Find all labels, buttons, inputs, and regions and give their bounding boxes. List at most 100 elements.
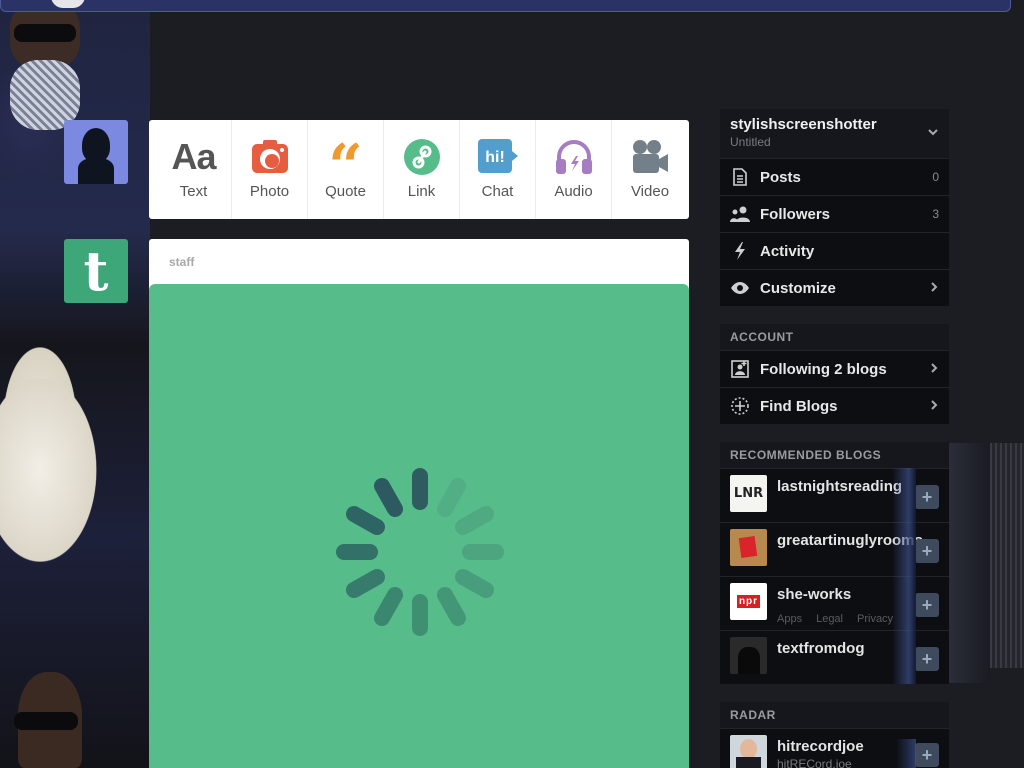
headphones-icon — [554, 138, 594, 176]
radar-blog[interactable]: hitrecordjoe hitRECord.joe + — [720, 728, 949, 768]
radar-blog-name[interactable]: hitrecordjoe — [777, 738, 864, 755]
follow-button[interactable]: + — [915, 593, 939, 617]
posts-count: 0 — [932, 170, 939, 184]
sidebar-item-label: Activity — [760, 242, 815, 260]
camera-icon — [250, 138, 290, 176]
post-author[interactable]: staff — [169, 255, 194, 269]
recommended-blog-name[interactable]: lastnightsreading — [777, 478, 902, 495]
sidebar-item-followers[interactable]: Followers 3 — [720, 195, 949, 232]
staff-avatar[interactable]: t — [64, 239, 128, 303]
blog-avatar[interactable]: npr — [730, 583, 767, 620]
avatar-logo-text: LNR — [733, 486, 764, 501]
recommended-blog-name[interactable]: she-works — [777, 586, 851, 603]
dashboard-post: staff — [149, 239, 689, 768]
chat-icon: hi! — [477, 138, 518, 176]
sidebar-item-label: Posts — [760, 168, 801, 186]
post-type-label: Photo — [249, 183, 290, 200]
blog-switcher[interactable]: stylishscreenshotter Untitled — [720, 109, 949, 158]
sidebar-item-following[interactable]: Following 2 blogs — [720, 350, 949, 387]
radar-blog-subtitle: hitRECord.joe — [777, 757, 852, 768]
recommended-blogs: RECOMMENDED BLOGS LNR lastnightsreading … — [720, 442, 949, 684]
blog-title: Untitled — [730, 135, 771, 149]
follow-button[interactable]: + — [915, 485, 939, 509]
footer-link-legal[interactable]: Legal — [816, 613, 843, 625]
post-type-photo[interactable]: Photo — [232, 120, 308, 219]
recommended-blog-name[interactable]: textfromdog — [777, 640, 865, 657]
background-art-right — [948, 443, 990, 683]
post-type-label: Video — [630, 183, 670, 200]
footer-links: Apps Legal Privacy — [777, 613, 893, 625]
avatar-suit — [736, 757, 761, 768]
sidebar-item-label: Find Blogs — [760, 397, 838, 415]
lightning-icon — [730, 241, 750, 261]
footer-link-privacy[interactable]: Privacy — [857, 613, 893, 625]
follow-button[interactable]: + — [915, 647, 939, 671]
compass-icon — [730, 396, 750, 416]
footer-link-apps[interactable]: Apps — [777, 613, 802, 625]
dashboard-background-art — [0, 0, 150, 768]
background-sunglasses — [14, 24, 76, 42]
account-header: ACCOUNT — [720, 324, 949, 350]
post-type-quote[interactable]: “ Quote — [308, 120, 384, 219]
top-navigation-bar — [0, 0, 1011, 12]
follow-button[interactable]: + — [915, 743, 939, 767]
sidebar-item-customize[interactable]: Customize — [720, 269, 949, 306]
post-type-link[interactable]: Link — [384, 120, 460, 219]
post-type-text[interactable]: Aa Text — [156, 120, 232, 219]
post-type-label: Chat — [481, 183, 514, 200]
loading-spinner-icon — [336, 468, 504, 636]
blog-menu: stylishscreenshotter Untitled Posts 0 Fo… — [720, 109, 949, 306]
eye-icon — [730, 278, 750, 298]
link-icon — [402, 138, 442, 176]
svg-text:hi!: hi! — [485, 149, 505, 166]
avatar-art — [738, 535, 758, 559]
background-sunglasses-lower — [14, 712, 78, 730]
chevron-right-icon — [931, 400, 938, 410]
add-person-icon — [730, 359, 750, 379]
avatar-silhouette-body — [78, 158, 114, 184]
post-type-label: Quote — [325, 183, 366, 200]
people-icon — [730, 204, 750, 224]
radar-header: RADAR — [720, 702, 949, 728]
recommended-blog-name[interactable]: greatartinuglyrooms — [777, 532, 923, 549]
post-type-audio[interactable]: Audio — [536, 120, 612, 219]
blog-avatar[interactable] — [64, 120, 128, 184]
recommended-blog[interactable]: greatartinuglyrooms + — [720, 522, 949, 576]
background-shirt — [0, 340, 150, 600]
recommended-blog[interactable]: npr she-works Apps Legal Privacy + — [720, 576, 949, 630]
text-icon: Aa — [171, 136, 216, 177]
followers-count: 3 — [932, 207, 939, 221]
chevron-right-icon — [931, 363, 938, 373]
blog-avatar[interactable] — [730, 637, 767, 674]
background-art-right-texture — [990, 443, 1024, 668]
avatar-logo-text: npr — [736, 595, 761, 608]
recommended-blog[interactable]: textfromdog + — [720, 630, 949, 684]
tumblr-logo[interactable] — [51, 0, 85, 8]
post-type-chat[interactable]: hi! Chat — [460, 120, 536, 219]
chevron-down-icon — [928, 129, 938, 136]
sidebar-item-find-blogs[interactable]: Find Blogs — [720, 387, 949, 424]
blog-avatar[interactable] — [730, 529, 767, 566]
post-media[interactable] — [149, 284, 689, 768]
post-type-label: Text — [179, 183, 208, 200]
post-type-label: Audio — [554, 183, 593, 200]
document-icon — [730, 167, 750, 187]
quote-icon: “ — [328, 132, 363, 202]
chevron-right-icon — [931, 282, 938, 292]
blog-avatar[interactable]: LNR — [730, 475, 767, 512]
post-type-video[interactable]: Video — [612, 120, 688, 219]
sidebar-item-activity[interactable]: Activity — [720, 232, 949, 269]
recommended-blog[interactable]: LNR lastnightsreading + — [720, 468, 949, 522]
sidebar-item-posts[interactable]: Posts 0 — [720, 158, 949, 195]
avatar-silhouette-head — [82, 128, 110, 162]
follow-button[interactable]: + — [915, 539, 939, 563]
blog-avatar[interactable] — [730, 735, 767, 768]
avatar-dog-silhouette — [738, 647, 760, 674]
blog-name: stylishscreenshotter — [730, 116, 877, 133]
post-type-bar: Aa Text Photo “ Quote Link hi! Chat Audi… — [149, 120, 689, 219]
recommended-header: RECOMMENDED BLOGS — [720, 442, 949, 468]
sidebar-item-label: Following 2 blogs — [760, 360, 887, 378]
radar: RADAR hitrecordjoe hitRECord.joe + — [720, 702, 949, 768]
avatar-face — [740, 739, 757, 759]
video-camera-icon — [630, 138, 670, 176]
